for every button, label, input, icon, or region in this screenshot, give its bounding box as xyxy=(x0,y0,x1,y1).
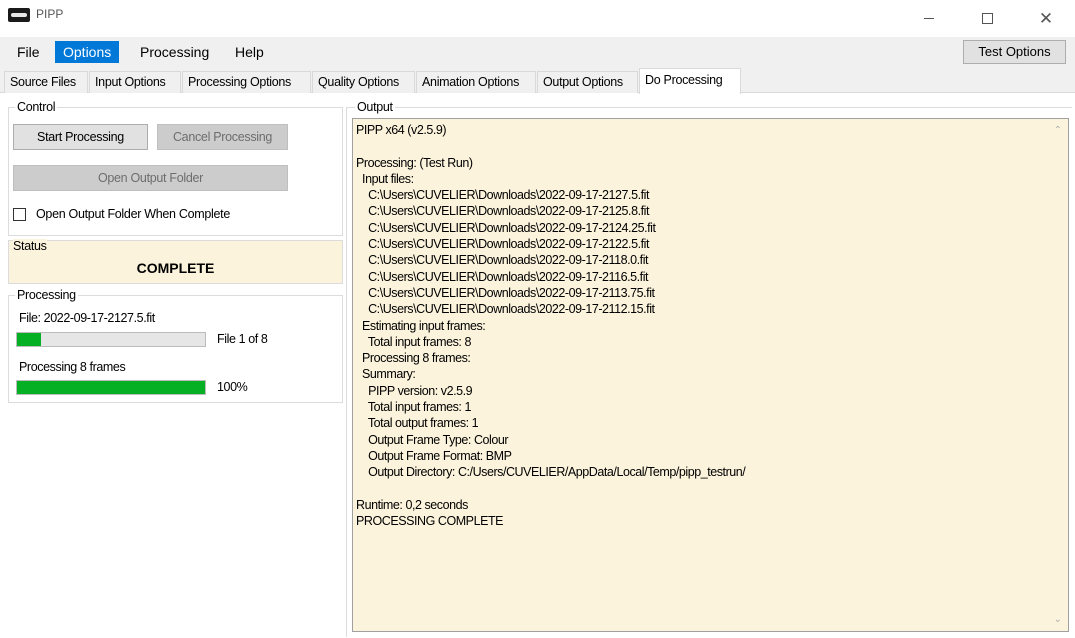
tab-quality-options[interactable]: Quality Options xyxy=(312,71,415,93)
window-title: PIPP xyxy=(36,7,64,21)
menu-processing[interactable]: Processing xyxy=(132,41,217,63)
frames-label: Processing 8 frames xyxy=(19,360,126,374)
scroll-up-icon[interactable]: ⌃ xyxy=(1054,125,1062,136)
menu-bar: File Options Processing Help xyxy=(0,37,1075,65)
title-bar: PIPP ✕ xyxy=(0,0,1075,37)
start-processing-button[interactable]: Start Processing xyxy=(13,124,148,150)
open-output-folder-button[interactable]: Open Output Folder xyxy=(13,165,288,191)
tab-bar: Source Files Input Options Processing Op… xyxy=(0,68,1075,94)
tab-animation-options[interactable]: Animation Options xyxy=(416,71,536,93)
menu-help[interactable]: Help xyxy=(227,41,272,63)
minimize-button[interactable] xyxy=(906,0,952,37)
close-button[interactable]: ✕ xyxy=(1023,0,1069,37)
open-when-complete-label: Open Output Folder When Complete xyxy=(36,207,230,221)
tab-do-processing[interactable]: Do Processing xyxy=(639,68,741,94)
maximize-icon xyxy=(981,13,993,24)
tab-processing-options[interactable]: Processing Options xyxy=(182,71,311,93)
minimize-icon xyxy=(924,18,934,19)
test-options-button[interactable]: Test Options xyxy=(963,40,1066,64)
do-processing-panel: Control Start Processing Cancel Processi… xyxy=(0,93,1075,638)
cancel-processing-button[interactable]: Cancel Processing xyxy=(157,124,288,150)
file-progress-bar xyxy=(16,332,206,347)
current-file-label: File: 2022-09-17-2127.5.fit xyxy=(19,311,155,325)
close-icon: ✕ xyxy=(1038,8,1054,28)
tab-source-files[interactable]: Source Files xyxy=(4,71,88,93)
status-group-label: Status xyxy=(13,239,47,253)
maximize-button[interactable] xyxy=(964,0,1010,37)
frames-progress-bar xyxy=(16,380,206,395)
output-group-label: Output xyxy=(355,100,395,114)
frames-percent-label: 100% xyxy=(217,380,248,394)
control-group: Control Start Processing Cancel Processi… xyxy=(8,100,343,236)
processing-group: Processing File: 2022-09-17-2127.5.fit F… xyxy=(8,288,343,403)
tab-output-options[interactable]: Output Options xyxy=(537,71,638,93)
file-count-label: File 1 of 8 xyxy=(217,332,268,346)
output-log-textbox[interactable]: PIPP x64 (v2.5.9) Processing: (Test Run)… xyxy=(352,118,1069,632)
status-group: Status COMPLETE xyxy=(8,239,343,284)
control-group-label: Control xyxy=(15,100,58,114)
menu-options[interactable]: Options xyxy=(55,41,120,63)
frames-progress-fill xyxy=(17,381,205,394)
open-when-complete-checkbox[interactable] xyxy=(13,208,26,221)
menu-file[interactable]: File xyxy=(9,41,48,63)
file-progress-fill xyxy=(17,333,41,346)
status-value: COMPLETE xyxy=(136,260,215,276)
processing-group-label: Processing xyxy=(15,288,78,302)
tab-input-options[interactable]: Input Options xyxy=(89,71,181,93)
output-log-text: PIPP x64 (v2.5.9) Processing: (Test Run)… xyxy=(356,123,746,529)
scroll-down-icon[interactable]: ⌄ xyxy=(1054,614,1062,625)
pipp-app-icon xyxy=(8,8,30,22)
